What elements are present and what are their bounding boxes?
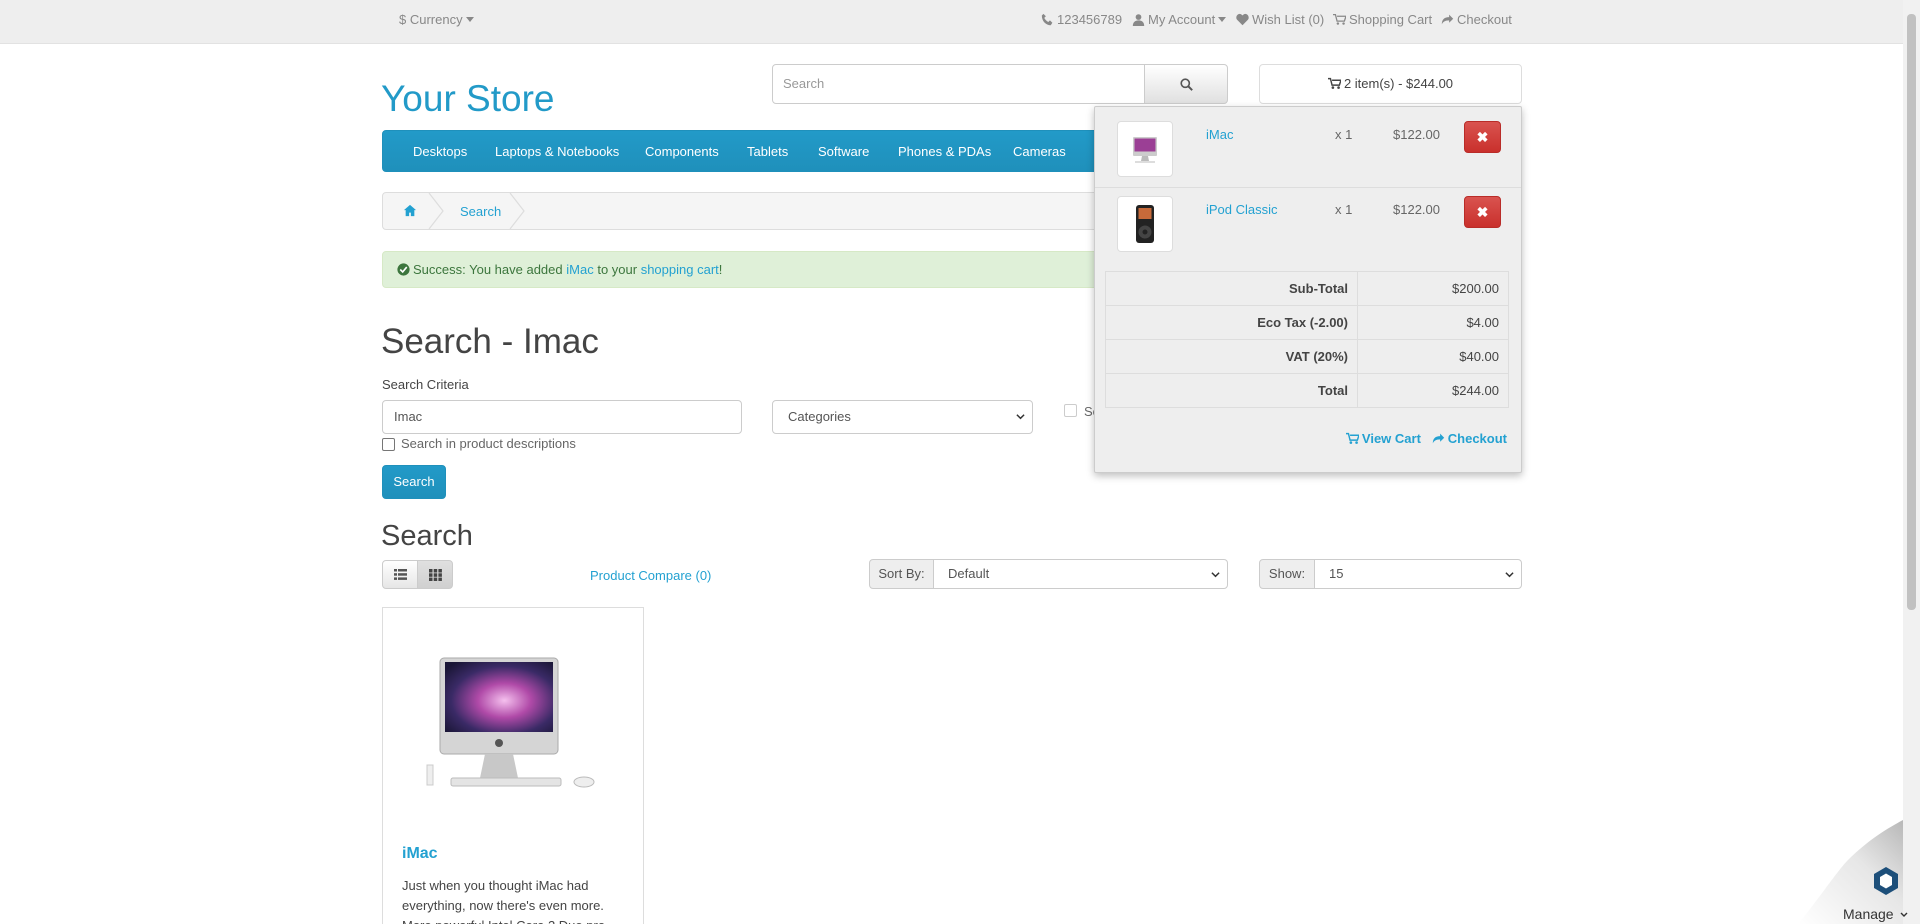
show-label: Show: bbox=[1259, 559, 1315, 589]
phone-link[interactable]: 123456789 bbox=[1041, 12, 1122, 27]
description-checkbox-label: Search in product descriptions bbox=[401, 436, 576, 451]
sort-label: Sort By: bbox=[869, 559, 934, 589]
cart-item-price: $122.00 bbox=[1393, 202, 1440, 217]
menu-item-tablets[interactable]: Tablets bbox=[747, 144, 788, 159]
totals-label: Sub-Total bbox=[1105, 271, 1358, 306]
phone-icon bbox=[1041, 13, 1053, 26]
cart-item-thumbnail[interactable] bbox=[1117, 196, 1173, 252]
criteria-label: Search Criteria bbox=[382, 377, 469, 392]
alert-cart-link[interactable]: shopping cart bbox=[641, 262, 719, 277]
subcategory-checkbox[interactable] bbox=[1064, 404, 1077, 417]
heart-icon bbox=[1236, 13, 1249, 26]
search-icon bbox=[1180, 78, 1193, 91]
cart-item-price: $122.00 bbox=[1393, 127, 1440, 142]
totals-row: Sub-Total $200.00 bbox=[1105, 271, 1509, 306]
product-image[interactable] bbox=[401, 653, 627, 798]
totals-label: Eco Tax (-2.00) bbox=[1105, 305, 1358, 340]
totals-row: Eco Tax (-2.00) $4.00 bbox=[1105, 305, 1509, 340]
success-alert: Success: You have added iMac to your sho… bbox=[382, 251, 1162, 288]
category-select[interactable]: Categories bbox=[772, 400, 1033, 434]
category-menu: Desktops Laptops & Notebooks Components … bbox=[382, 130, 1142, 172]
cart-item: iPod Classic x 1 $122.00 ✖ bbox=[1095, 187, 1521, 261]
product-compare-link[interactable]: Product Compare (0) bbox=[590, 568, 711, 583]
grid-icon bbox=[429, 569, 442, 581]
cart-icon bbox=[1333, 13, 1346, 25]
description-checkbox[interactable] bbox=[382, 438, 395, 451]
breadcrumb: Search bbox=[382, 192, 1142, 230]
page-scrollbar[interactable] bbox=[1903, 0, 1920, 924]
page-title: Search - Imac bbox=[381, 322, 599, 361]
ipod-thumbnail bbox=[1136, 205, 1154, 243]
breadcrumb-separator bbox=[509, 193, 525, 229]
search-button[interactable]: Search bbox=[382, 465, 446, 499]
my-account-dropdown[interactable]: My Account bbox=[1132, 12, 1227, 27]
cart-totals-table: Sub-Total $200.00 Eco Tax (-2.00) $4.00 VA… bbox=[1105, 271, 1509, 408]
totals-row: Total $244.00 bbox=[1105, 373, 1509, 408]
cart-button[interactable]: 2 item(s) - $244.00 bbox=[1259, 64, 1522, 104]
chevron-down-icon bbox=[1016, 414, 1025, 420]
store-logo[interactable]: Your Store bbox=[381, 78, 554, 120]
chevron-down-icon bbox=[1505, 572, 1514, 578]
list-icon bbox=[394, 569, 407, 580]
totals-value: $40.00 bbox=[1357, 339, 1509, 374]
list-view-button[interactable] bbox=[382, 560, 418, 589]
totals-label: Total bbox=[1105, 373, 1358, 408]
check-circle-icon bbox=[397, 263, 410, 276]
wishlist-link[interactable]: Wish List (0) bbox=[1236, 12, 1324, 27]
limit-select[interactable]: 15 bbox=[1314, 559, 1522, 589]
imac-thumbnail bbox=[1133, 137, 1157, 163]
alert-product-link[interactable]: iMac bbox=[566, 262, 593, 277]
cart-item-qty: x 1 bbox=[1335, 202, 1353, 217]
totals-label: VAT (20%) bbox=[1105, 339, 1358, 374]
menu-item-cameras[interactable]: Cameras bbox=[1013, 144, 1066, 159]
cart-item-thumbnail[interactable] bbox=[1117, 121, 1173, 177]
breadcrumb-separator bbox=[428, 193, 444, 229]
cart-actions: View Cart Checkout bbox=[1345, 431, 1507, 446]
search-criteria-input[interactable]: Imac bbox=[382, 400, 742, 434]
totals-value: $244.00 bbox=[1357, 373, 1509, 408]
menu-item-laptops[interactable]: Laptops & Notebooks bbox=[495, 144, 619, 159]
results-title: Search bbox=[381, 520, 473, 552]
menu-item-components[interactable]: Components bbox=[645, 144, 719, 159]
remove-item-button[interactable]: ✖ bbox=[1464, 121, 1501, 153]
share-icon bbox=[1441, 14, 1454, 25]
totals-row: VAT (20%) $40.00 bbox=[1105, 339, 1509, 374]
checkout-link[interactable]: Checkout bbox=[1441, 12, 1512, 27]
top-bar: $ Currency 123456789 My Account Wish Lis… bbox=[0, 0, 1920, 44]
currency-dropdown[interactable]: $ Currency bbox=[399, 12, 474, 27]
cart-item-qty: x 1 bbox=[1335, 127, 1353, 142]
user-icon bbox=[1132, 14, 1145, 26]
menu-item-software[interactable]: Software bbox=[818, 144, 869, 159]
sort-select[interactable]: Default bbox=[933, 559, 1228, 589]
cart-icon bbox=[1327, 77, 1341, 89]
product-description: Just when you thought iMac had everythin… bbox=[402, 878, 605, 924]
chevron-down-icon bbox=[1211, 572, 1220, 578]
totals-value: $200.00 bbox=[1357, 271, 1509, 306]
grid-view-button[interactable] bbox=[417, 560, 453, 589]
cart-dropdown: iMac x 1 $122.00 ✖ iPod Classic x 1 $122… bbox=[1094, 106, 1522, 473]
cart-item-name[interactable]: iMac bbox=[1206, 127, 1233, 142]
menu-item-desktops[interactable]: Desktops bbox=[413, 144, 467, 159]
cart-item: iMac x 1 $122.00 ✖ bbox=[1095, 113, 1521, 187]
cart-item-name[interactable]: iPod Classic bbox=[1206, 202, 1278, 217]
chevron-down-icon[interactable] bbox=[1900, 912, 1908, 918]
menu-item-phones[interactable]: Phones & PDAs bbox=[898, 144, 991, 159]
breadcrumb-search[interactable]: Search bbox=[460, 204, 501, 219]
share-icon bbox=[1432, 433, 1444, 444]
manage-label[interactable]: Manage bbox=[1843, 906, 1894, 922]
shopping-cart-link[interactable]: Shopping Cart bbox=[1333, 12, 1432, 27]
dropdown-checkout-link[interactable]: Checkout bbox=[1432, 431, 1507, 446]
view-cart-link[interactable]: View Cart bbox=[1345, 431, 1421, 446]
cart-icon bbox=[1345, 432, 1359, 444]
totals-value: $4.00 bbox=[1357, 305, 1509, 340]
scrollbar-thumb[interactable] bbox=[1907, 14, 1916, 610]
remove-item-button[interactable]: ✖ bbox=[1464, 196, 1501, 228]
product-card: iMac Just when you thought iMac had ever… bbox=[382, 607, 644, 924]
header-search-input[interactable]: Search bbox=[772, 64, 1145, 104]
header-search-button[interactable] bbox=[1144, 64, 1228, 104]
home-icon[interactable] bbox=[403, 204, 417, 217]
product-name-link[interactable]: iMac bbox=[402, 845, 438, 863]
